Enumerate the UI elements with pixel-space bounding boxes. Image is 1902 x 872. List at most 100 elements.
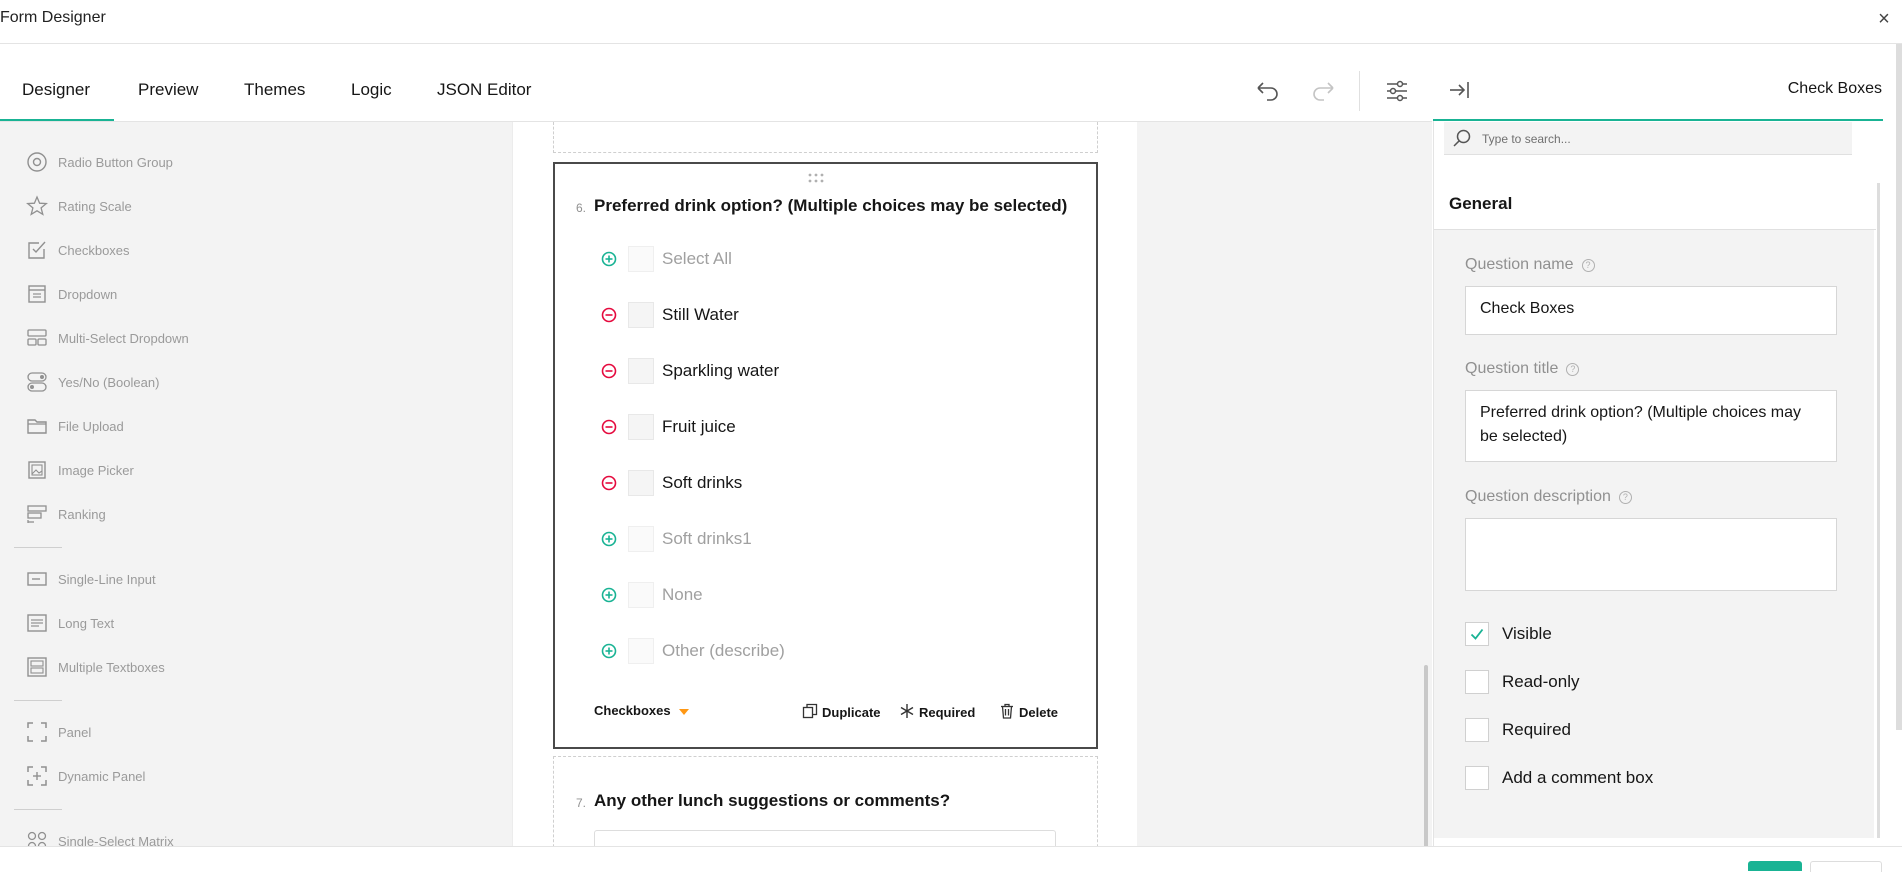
toolbox-item-label: Multiple Textboxes	[58, 659, 165, 675]
trash-icon	[999, 703, 1019, 722]
remove-choice-icon[interactable]	[600, 362, 618, 380]
multiple-textboxes-icon	[24, 654, 50, 680]
help-icon[interactable]: ?	[1566, 362, 1580, 376]
choice-item: Select All	[600, 244, 732, 274]
question-name-label: Question name ?	[1465, 256, 1595, 274]
tab-designer[interactable]: Designer	[22, 44, 90, 121]
choice-label[interactable]: Sparkling water	[662, 361, 779, 381]
add-choice-icon[interactable]	[600, 530, 618, 548]
toolbox-item-label: Checkboxes	[58, 242, 130, 258]
question-title-textarea[interactable]: Preferred drink option? (Multiple choice…	[1465, 390, 1837, 462]
remove-choice-icon[interactable]	[600, 474, 618, 492]
toolbox-item-panel[interactable]: Panel	[24, 718, 91, 746]
checkbox-box[interactable]	[1465, 718, 1489, 742]
visible-checkbox[interactable]: Visible	[1465, 621, 1552, 647]
choice-checkbox[interactable]	[628, 358, 654, 384]
remove-choice-icon[interactable]	[600, 418, 618, 436]
toolbox-item-long-text[interactable]: Long Text	[24, 609, 114, 637]
checkbox-box[interactable]	[1465, 766, 1489, 790]
image-icon	[24, 457, 50, 483]
dialog-footer	[0, 846, 1902, 869]
toolbox-item-single-line-input[interactable]: Single-Line Input	[24, 565, 156, 593]
toolbox-item-rating-scale[interactable]: Rating Scale	[24, 192, 132, 220]
toolbox-separator	[14, 809, 62, 810]
question-description-label-text: Question description	[1465, 488, 1611, 505]
checkbox-label: Required	[1502, 720, 1571, 739]
checkbox-box[interactable]	[1465, 622, 1489, 646]
add-choice-icon[interactable]	[600, 586, 618, 604]
choice-label[interactable]: Other (describe)	[662, 641, 785, 661]
question-title[interactable]: Any other lunch suggestions or comments?	[594, 791, 950, 811]
choice-item: Fruit juice	[600, 412, 736, 442]
property-search-input[interactable]	[1480, 128, 1844, 150]
toolbox-item-checkboxes[interactable]: Checkboxes	[24, 236, 130, 264]
choice-label[interactable]: Select All	[662, 249, 732, 269]
toolbox-item-image-picker[interactable]: Image Picker	[24, 456, 134, 484]
general-section-title[interactable]: General	[1449, 194, 1512, 214]
choice-label[interactable]: Still Water	[662, 305, 739, 325]
question-number: 6.	[576, 201, 587, 215]
question-title[interactable]: Preferred drink option? (Multiple choice…	[594, 196, 1067, 216]
add-choice-icon[interactable]	[600, 250, 618, 268]
question-name-input[interactable]: Check Boxes	[1465, 286, 1837, 335]
toolbox-item-multi-select-dropdown[interactable]: Multi-Select Dropdown	[24, 324, 189, 352]
duplicate-button[interactable]: Duplicate	[802, 703, 881, 722]
canvas-scrollbar[interactable]	[1424, 665, 1428, 848]
caret-down-icon	[678, 703, 693, 718]
question-type-dropdown[interactable]: Checkboxes	[594, 703, 693, 718]
choice-checkbox[interactable]	[628, 582, 654, 608]
toolbox-item-dropdown[interactable]: Dropdown	[24, 280, 117, 308]
choice-item: Soft drinks1	[600, 524, 752, 554]
delete-button[interactable]: Delete	[999, 703, 1058, 722]
required-checkbox[interactable]: Required	[1465, 717, 1571, 743]
long-text-icon	[24, 610, 50, 636]
cancel-button[interactable]	[1810, 861, 1882, 872]
section-scrollbar[interactable]	[1877, 183, 1880, 838]
choice-checkbox[interactable]	[628, 302, 654, 328]
settings-sliders-icon[interactable]	[1382, 76, 1412, 106]
remove-choice-icon[interactable]	[600, 306, 618, 324]
choice-checkbox[interactable]	[628, 414, 654, 440]
choice-checkbox[interactable]	[628, 526, 654, 552]
toolbox-item-radio-button-group[interactable]: Radio Button Group	[24, 148, 173, 176]
question-type-label: Checkboxes	[594, 703, 671, 718]
comment-box-checkbox[interactable]: Add a comment box	[1465, 765, 1653, 791]
duplicate-label: Duplicate	[822, 705, 881, 720]
toolbox-item-file-upload[interactable]: File Upload	[24, 412, 124, 440]
redo-icon[interactable]	[1309, 76, 1339, 106]
choice-label[interactable]: None	[662, 585, 703, 605]
read-only-checkbox[interactable]: Read-only	[1465, 669, 1580, 695]
tab-preview[interactable]: Preview	[138, 44, 198, 121]
required-toggle[interactable]: Required	[899, 703, 975, 722]
choice-checkbox[interactable]	[628, 470, 654, 496]
tab-logic[interactable]: Logic	[351, 44, 392, 121]
previous-question[interactable]	[553, 122, 1098, 153]
tab-themes[interactable]: Themes	[244, 44, 305, 121]
toolbox-item-ranking[interactable]: Ranking	[24, 500, 106, 528]
choice-label[interactable]: Soft drinks1	[662, 529, 752, 549]
ok-button[interactable]	[1748, 861, 1802, 871]
ranking-icon	[24, 501, 50, 527]
toolbox-item-dynamic-panel[interactable]: Dynamic Panel	[24, 762, 145, 790]
collapse-panel-icon[interactable]	[1447, 77, 1473, 108]
choice-label[interactable]: Soft drinks	[662, 473, 742, 493]
question-title-label: Question title ?	[1465, 360, 1580, 378]
help-icon[interactable]: ?	[1618, 490, 1632, 504]
choice-checkbox[interactable]	[628, 246, 654, 272]
choice-checkbox[interactable]	[628, 638, 654, 664]
add-choice-icon[interactable]	[600, 642, 618, 660]
checkbox-box[interactable]	[1465, 670, 1489, 694]
toolbox-item-label: Long Text	[58, 615, 115, 631]
toolbox-item-yes-no[interactable]: Yes/No (Boolean)	[24, 368, 159, 396]
drag-handle-icon[interactable]	[808, 170, 824, 186]
toolbox-item-multiple-textboxes[interactable]: Multiple Textboxes	[24, 653, 165, 681]
property-grid-scrollbar[interactable]	[1896, 44, 1902, 730]
checkbox-label: Read-only	[1502, 672, 1580, 691]
help-icon[interactable]: ?	[1581, 258, 1595, 272]
question-description-textarea[interactable]	[1465, 518, 1837, 591]
choice-label[interactable]: Fruit juice	[662, 417, 736, 437]
close-button[interactable]: ×	[1874, 7, 1894, 31]
undo-icon[interactable]	[1252, 76, 1282, 106]
tab-json-editor[interactable]: JSON Editor	[437, 44, 531, 121]
question-description-label: Question description ?	[1465, 488, 1632, 506]
